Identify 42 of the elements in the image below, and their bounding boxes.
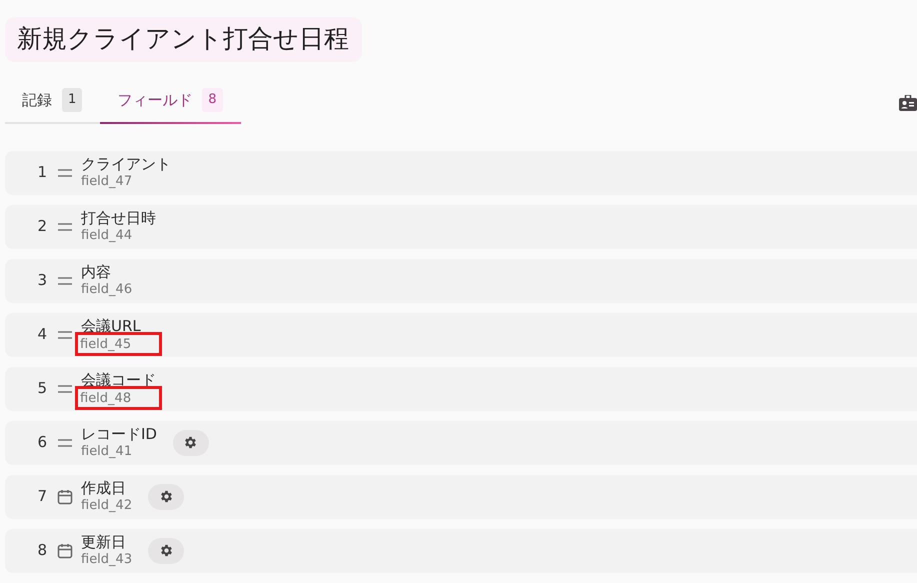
field-name: 打合せ日時 <box>81 209 156 227</box>
field-row[interactable]: 7 作成日 field_42 <box>5 474 917 518</box>
settings-button[interactable] <box>172 430 209 456</box>
row-number: 3 <box>36 270 48 292</box>
row-number: 7 <box>36 486 48 508</box>
field-name: 更新日 <box>81 533 126 551</box>
highlighted-field-id: field_48 <box>78 388 160 406</box>
row-number: 8 <box>36 540 48 562</box>
settings-icon <box>158 489 174 504</box>
row-number: 6 <box>36 432 48 454</box>
calendar-icon <box>57 542 73 558</box>
tab[interactable]: 記録 1 <box>5 82 100 124</box>
count-badge: 8 <box>202 88 223 112</box>
field-row[interactable]: 6 レコードID field_41 <box>5 420 917 464</box>
count-badge: 1 <box>62 88 82 112</box>
calendar-icon <box>57 488 73 504</box>
tab[interactable]: フィールド 8 <box>100 82 241 124</box>
field-row[interactable]: 1 クライアント field_47 <box>5 150 917 194</box>
field-row[interactable]: 3 内容 field_46 <box>5 258 917 302</box>
settings-button[interactable] <box>148 538 184 564</box>
row-number: 2 <box>36 216 48 238</box>
field-id: field_44 <box>81 227 132 244</box>
settings-icon <box>158 543 174 558</box>
row-number: 5 <box>36 378 48 400</box>
row-number: 1 <box>36 162 48 184</box>
settings-icon <box>183 435 198 450</box>
field-row[interactable]: 8 更新日 field_43 <box>5 528 917 572</box>
field-id: field_43 <box>81 551 132 568</box>
id-card-icon[interactable] <box>899 94 917 111</box>
field-id: field_41 <box>81 443 132 460</box>
field-name: レコードID <box>81 425 157 443</box>
field-name: クライアント <box>81 155 171 173</box>
field-id: field_42 <box>81 497 132 514</box>
field-name: 作成日 <box>81 479 126 497</box>
field-id: field_47 <box>81 173 132 190</box>
highlighted-field-id: field_45 <box>78 334 160 352</box>
field-name: 内容 <box>81 263 111 281</box>
row-number: 4 <box>36 324 48 346</box>
field-id: field_46 <box>81 281 132 298</box>
page-title: 新規クライアント打合せ日程 <box>5 17 362 62</box>
settings-button[interactable] <box>148 484 184 510</box>
field-row[interactable]: 2 打合せ日時 field_44 <box>5 204 917 248</box>
